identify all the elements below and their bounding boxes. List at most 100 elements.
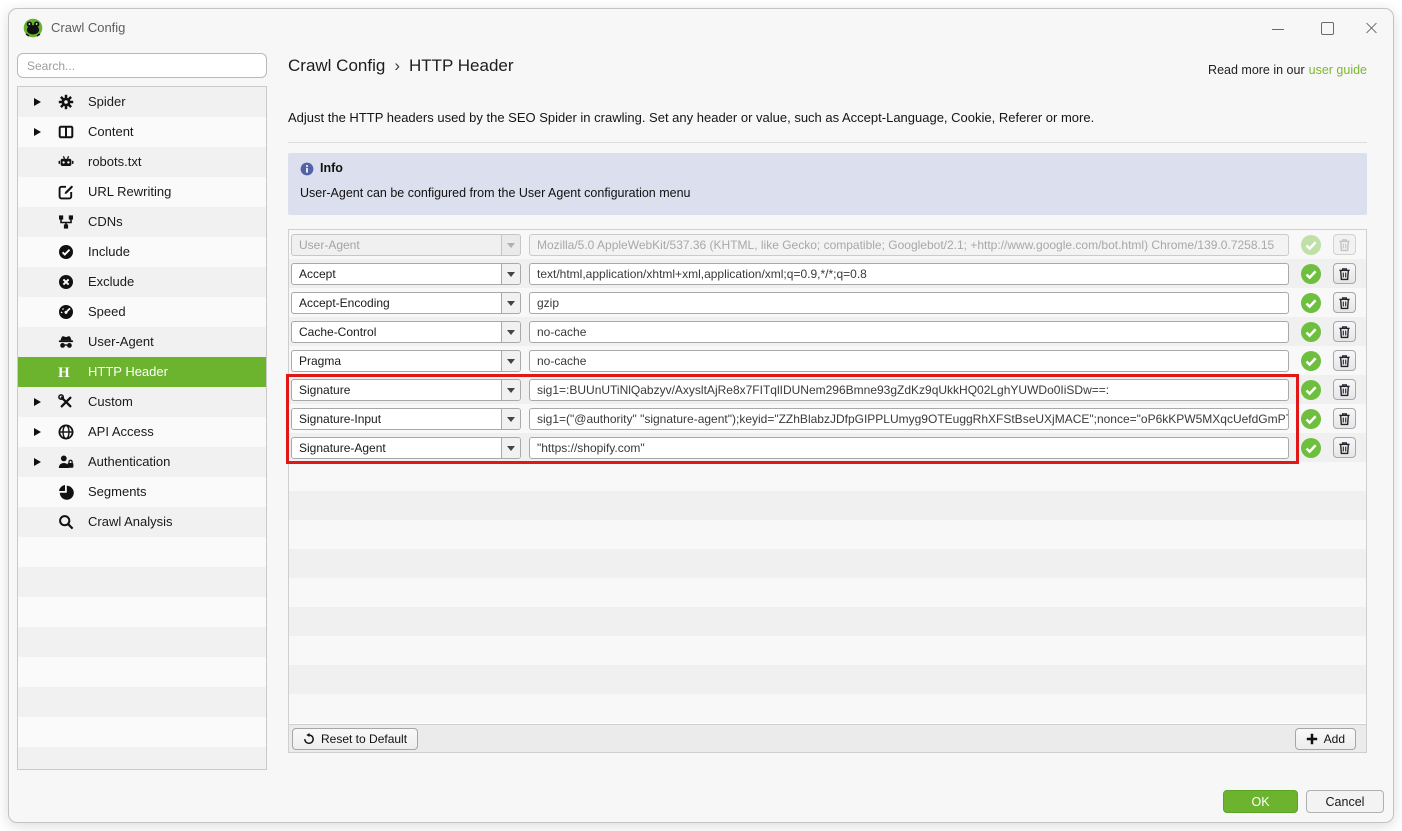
expand-arrow-icon[interactable]: [34, 458, 41, 466]
sidebar-stripe: Speed: [18, 297, 266, 327]
header-name-select[interactable]: Accept: [291, 263, 521, 285]
header-name-select[interactable]: Signature-Agent: [291, 437, 521, 459]
sidebar-stripe: [18, 537, 266, 567]
header-name-value: User-Agent: [299, 235, 360, 255]
sidebar-item-include[interactable]: Include: [18, 237, 266, 267]
expand-arrow-icon[interactable]: [34, 398, 41, 406]
list-footer: Reset to Default Add: [289, 724, 1366, 752]
minimize-button[interactable]: [1271, 21, 1285, 35]
sidebar-item-cdns[interactable]: CDNs: [18, 207, 266, 237]
sidebar-stripe: [18, 687, 266, 717]
enabled-check-icon[interactable]: [1301, 293, 1321, 313]
header-name-value: Accept: [299, 264, 336, 284]
tools-icon: [58, 394, 74, 410]
sidebar-item-spider[interactable]: Spider: [18, 87, 266, 117]
search-input[interactable]: [17, 53, 267, 78]
empty-row-stripe: [289, 694, 1366, 723]
breadcrumb-root[interactable]: Crawl Config: [288, 56, 385, 75]
header-name-select[interactable]: Pragma: [291, 350, 521, 372]
sidebar-item-crawl-analysis[interactable]: Crawl Analysis: [18, 507, 266, 537]
header-value-input[interactable]: "https://shopify.com": [529, 437, 1289, 459]
chevron-down-icon[interactable]: [501, 322, 520, 342]
header-name-value: Accept-Encoding: [299, 293, 390, 313]
reset-to-default-button[interactable]: Reset to Default: [292, 728, 418, 750]
sidebar-stripe: Content: [18, 117, 266, 147]
header-name-select[interactable]: Cache-Control: [291, 321, 521, 343]
expand-arrow-icon[interactable]: [34, 428, 41, 436]
sidebar-item-label: URL Rewriting: [88, 177, 171, 207]
delete-row-button[interactable]: [1333, 292, 1356, 313]
enabled-check-icon[interactable]: [1301, 409, 1321, 429]
sidebar-stripe: [18, 597, 266, 627]
h-icon: H: [58, 364, 74, 380]
header-name-select[interactable]: Accept-Encoding: [291, 292, 521, 314]
header-value-input[interactable]: sig1=("@authority" "signature-agent");ke…: [529, 408, 1289, 430]
sidebar-item-authentication[interactable]: Authentication: [18, 447, 266, 477]
close-button[interactable]: [1364, 21, 1378, 35]
sidebar-item-label: robots.txt: [88, 147, 141, 177]
cancel-button[interactable]: Cancel: [1306, 790, 1384, 813]
plus-icon: [1306, 733, 1318, 745]
add-header-button[interactable]: Add: [1295, 728, 1356, 750]
chevron-down-icon[interactable]: [501, 351, 520, 371]
sidebar-stripe: robots.txt: [18, 147, 266, 177]
chevron-down-icon[interactable]: [501, 409, 520, 429]
delete-row-button[interactable]: [1333, 350, 1356, 371]
empty-row-stripe: [289, 491, 1366, 520]
sidebar-item-exclude[interactable]: Exclude: [18, 267, 266, 297]
enabled-check-icon: [1301, 235, 1321, 255]
header-value-input[interactable]: no-cache: [529, 321, 1289, 343]
header-value-input[interactable]: gzip: [529, 292, 1289, 314]
delete-row-button[interactable]: [1333, 263, 1356, 284]
expand-arrow-icon[interactable]: [34, 128, 41, 136]
sidebar-item-speed[interactable]: Speed: [18, 297, 266, 327]
user-guide-link[interactable]: user guide: [1309, 63, 1367, 77]
delete-row-button[interactable]: [1333, 408, 1356, 429]
incognito-icon: [58, 334, 74, 350]
ok-button[interactable]: OK: [1223, 790, 1298, 813]
add-label: Add: [1324, 732, 1345, 746]
chevron-down-icon[interactable]: [501, 380, 520, 400]
divider: [288, 142, 1367, 143]
sidebar-item-robots-txt[interactable]: robots.txt: [18, 147, 266, 177]
sidebar-item-content[interactable]: Content: [18, 117, 266, 147]
enabled-check-icon[interactable]: [1301, 264, 1321, 284]
maximize-button[interactable]: [1320, 21, 1334, 35]
header-name-select[interactable]: Signature: [291, 379, 521, 401]
sidebar-item-segments[interactable]: Segments: [18, 477, 266, 507]
edit-icon: [58, 184, 74, 200]
expand-arrow-icon[interactable]: [34, 98, 41, 106]
sidebar-stripe: Include: [18, 237, 266, 267]
enabled-check-icon[interactable]: [1301, 380, 1321, 400]
chevron-down-icon[interactable]: [501, 438, 520, 458]
chevron-down-icon[interactable]: [501, 293, 520, 313]
sidebar-stripe: URL Rewriting: [18, 177, 266, 207]
enabled-check-icon[interactable]: [1301, 438, 1321, 458]
sidebar-item-url-rewriting[interactable]: URL Rewriting: [18, 177, 266, 207]
delete-row-button[interactable]: [1333, 437, 1356, 458]
header-value-input[interactable]: sig1=:BUUnUTiNlQabzyv/AxysltAjRe8x7FITql…: [529, 379, 1289, 401]
user-lock-icon: [58, 454, 74, 470]
enabled-check-icon[interactable]: [1301, 351, 1321, 371]
empty-row-stripe: [289, 549, 1366, 578]
sidebar-item-label: Speed: [88, 297, 126, 327]
empty-row-stripe: [289, 607, 1366, 636]
header-value-input[interactable]: text/html,application/xhtml+xml,applicat…: [529, 263, 1289, 285]
sidebar-item-label: CDNs: [88, 207, 123, 237]
sidebar-item-api-access[interactable]: API Access: [18, 417, 266, 447]
trash-icon: [1338, 238, 1351, 252]
header-value-input[interactable]: no-cache: [529, 350, 1289, 372]
delete-row-button[interactable]: [1333, 379, 1356, 400]
trash-icon: [1338, 325, 1351, 339]
empty-row-stripe: [289, 636, 1366, 665]
sidebar-item-custom[interactable]: Custom: [18, 387, 266, 417]
sidebar-item-label: User-Agent: [88, 327, 154, 357]
enabled-check-icon[interactable]: [1301, 322, 1321, 342]
header-name-select[interactable]: Signature-Input: [291, 408, 521, 430]
sidebar-stripe: Spider: [18, 87, 266, 117]
delete-row-button[interactable]: [1333, 321, 1356, 342]
sidebar-item-user-agent[interactable]: User-Agent: [18, 327, 266, 357]
sidebar-item-http-header[interactable]: H HTTP Header: [18, 357, 266, 387]
chevron-down-icon[interactable]: [501, 264, 520, 284]
sidebar-stripe: Crawl Analysis: [18, 507, 266, 537]
